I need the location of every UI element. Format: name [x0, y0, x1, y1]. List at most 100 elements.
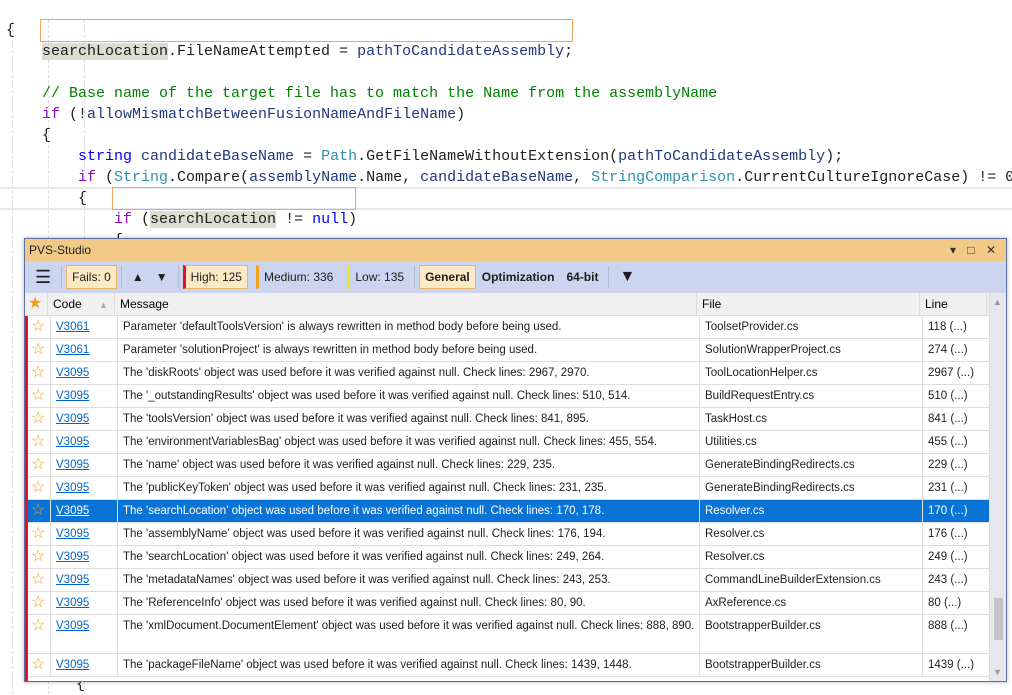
table-row[interactable]: ☆ V3095 The 'searchLocation' object was …: [28, 500, 989, 523]
code-link[interactable]: V3095: [56, 367, 89, 379]
file-cell: SolutionWrapperProject.cs: [700, 339, 923, 361]
file-cell: Utilities.cs: [700, 431, 923, 453]
scrollbar-thumb[interactable]: [994, 598, 1003, 640]
column-header-message[interactable]: Message: [115, 293, 697, 315]
code-link[interactable]: V3095: [56, 551, 89, 563]
table-row[interactable]: ☆ V3095 The 'assemblyName' object was us…: [28, 523, 989, 546]
low-level-button[interactable]: Low: 135: [347, 265, 410, 289]
code-cell: V3095: [51, 500, 118, 522]
favorite-star-icon[interactable]: ☆: [28, 546, 51, 568]
next-message-button[interactable]: ▼: [150, 265, 174, 289]
favorite-star-icon[interactable]: ☆: [28, 523, 51, 545]
message-cell: The '_outstandingResults' object was use…: [118, 385, 700, 407]
message-cell: The 'assemblyName' object was used befor…: [118, 523, 700, 545]
favorite-star-icon[interactable]: ☆: [28, 477, 51, 499]
favorite-star-icon[interactable]: ☆: [28, 615, 51, 653]
code-cell: V3095: [51, 454, 118, 476]
table-row[interactable]: ☆ V3095 The 'diskRoots' object was used …: [28, 362, 989, 385]
table-row[interactable]: ☆ V3095 The '_outstandingResults' object…: [28, 385, 989, 408]
code-line: {: [42, 127, 52, 144]
panel-title-bar[interactable]: PVS-Studio ▾ □ ✕: [25, 239, 1006, 261]
code-cell: V3095: [51, 408, 118, 430]
favorite-star-icon[interactable]: ☆: [28, 385, 51, 407]
code-link[interactable]: V3095: [56, 528, 89, 540]
code-cell: V3095: [51, 523, 118, 545]
general-button[interactable]: General: [419, 265, 476, 289]
favorite-star-icon[interactable]: ☆: [28, 500, 51, 522]
file-cell: GenerateBindingRedirects.cs: [700, 454, 923, 476]
table-row[interactable]: ☆ V3095 The 'searchLocation' object was …: [28, 546, 989, 569]
column-header-file[interactable]: File: [697, 293, 920, 315]
table-row[interactable]: ☆ V3061 Parameter 'solutionProject' is a…: [28, 339, 989, 362]
high-level-button[interactable]: High: 125: [182, 265, 248, 289]
code-link[interactable]: V3095: [56, 620, 89, 632]
scroll-up-icon[interactable]: ▲: [993, 297, 1002, 307]
code-cell: V3095: [51, 385, 118, 407]
scroll-down-icon[interactable]: ▼: [993, 667, 1002, 677]
code-line: if (!allowMismatchBetweenFusionNameAndFi…: [42, 106, 466, 123]
line-cell: 249 (...): [923, 546, 989, 568]
code-line: searchLocation.FileNameAttempted = pathT…: [42, 43, 574, 60]
favorite-star-icon[interactable]: ☆: [28, 408, 51, 430]
table-row[interactable]: ☆ V3095 The 'ReferenceInfo' object was u…: [28, 592, 989, 615]
message-cell: The 'metadataNames' object was used befo…: [118, 569, 700, 591]
message-cell: The 'diskRoots' object was used before i…: [118, 362, 700, 384]
code-link[interactable]: V3095: [56, 482, 89, 494]
table-row[interactable]: ☆ V3095 The 'packageFileName' object was…: [28, 654, 989, 677]
table-row[interactable]: ☆ V3061 Parameter 'defaultToolsVersion' …: [28, 316, 989, 339]
column-header-line[interactable]: Line: [920, 293, 987, 315]
separator: [61, 266, 63, 288]
favorite-column-header[interactable]: ★: [25, 293, 48, 315]
code-link[interactable]: V3095: [56, 413, 89, 425]
table-header: ★ Code ▲ Message File Line: [25, 293, 989, 316]
code-link[interactable]: V3061: [56, 344, 89, 356]
line-cell: 510 (...): [923, 385, 989, 407]
code-cell: V3095: [51, 569, 118, 591]
table-row[interactable]: ☆ V3095 The 'publicKeyToken' object was …: [28, 477, 989, 500]
prev-message-button[interactable]: ▲: [126, 265, 150, 289]
message-cell: Parameter 'solutionProject' is always re…: [118, 339, 700, 361]
table-row[interactable]: ☆ V3095 The 'xmlDocument.DocumentElement…: [28, 615, 989, 654]
favorite-star-icon[interactable]: ☆: [28, 431, 51, 453]
column-header-code[interactable]: Code ▲: [48, 293, 115, 315]
code-cell: V3095: [51, 592, 118, 614]
line-cell: 2967 (...): [923, 362, 989, 384]
table-row[interactable]: ☆ V3095 The 'environmentVariablesBag' ob…: [28, 431, 989, 454]
table-row[interactable]: ☆ V3095 The 'metadataNames' object was u…: [28, 569, 989, 592]
favorite-star-icon[interactable]: ☆: [28, 362, 51, 384]
table-row[interactable]: ☆ V3095 The 'toolsVersion' object was us…: [28, 408, 989, 431]
table-row[interactable]: ☆ V3095 The 'name' object was used befor…: [28, 454, 989, 477]
panel-title: PVS-Studio: [29, 243, 92, 257]
menu-icon[interactable]: ☰: [29, 265, 57, 289]
medium-level-button[interactable]: Medium: 336: [255, 265, 339, 289]
favorite-star-icon[interactable]: ☆: [28, 339, 51, 361]
code-line: {: [6, 22, 16, 39]
code-line: {: [78, 190, 88, 207]
code-link[interactable]: V3095: [56, 574, 89, 586]
code-link[interactable]: V3095: [56, 436, 89, 448]
window-buttons[interactable]: ▾ □ ✕: [950, 239, 1000, 261]
separator: [120, 266, 122, 288]
filter-icon[interactable]: ▼: [613, 265, 641, 289]
fails-button[interactable]: Fails: 0: [66, 265, 117, 289]
indent-guide: [12, 20, 13, 694]
file-cell: TaskHost.cs: [700, 408, 923, 430]
line-cell: 229 (...): [923, 454, 989, 476]
code-link[interactable]: V3061: [56, 321, 89, 333]
favorite-star-icon[interactable]: ☆: [28, 316, 51, 338]
vertical-scrollbar[interactable]: ▲ ▼: [989, 293, 1006, 681]
favorite-star-icon[interactable]: ☆: [28, 654, 51, 676]
code-line: if (searchLocation != null): [114, 211, 358, 228]
code-link[interactable]: V3095: [56, 597, 89, 609]
code-link[interactable]: V3095: [56, 459, 89, 471]
code-link[interactable]: V3095: [56, 390, 89, 402]
favorite-star-icon[interactable]: ☆: [28, 569, 51, 591]
64bit-button[interactable]: 64-bit: [560, 265, 604, 289]
optimization-button[interactable]: Optimization: [476, 265, 561, 289]
favorite-star-icon[interactable]: ☆: [28, 454, 51, 476]
favorite-star-icon[interactable]: ☆: [28, 592, 51, 614]
line-cell: 888 (...): [923, 615, 989, 653]
code-link[interactable]: V3095: [56, 505, 89, 517]
code-link[interactable]: V3095: [56, 659, 89, 671]
message-list: ☆ V3061 Parameter 'defaultToolsVersion' …: [25, 316, 989, 681]
